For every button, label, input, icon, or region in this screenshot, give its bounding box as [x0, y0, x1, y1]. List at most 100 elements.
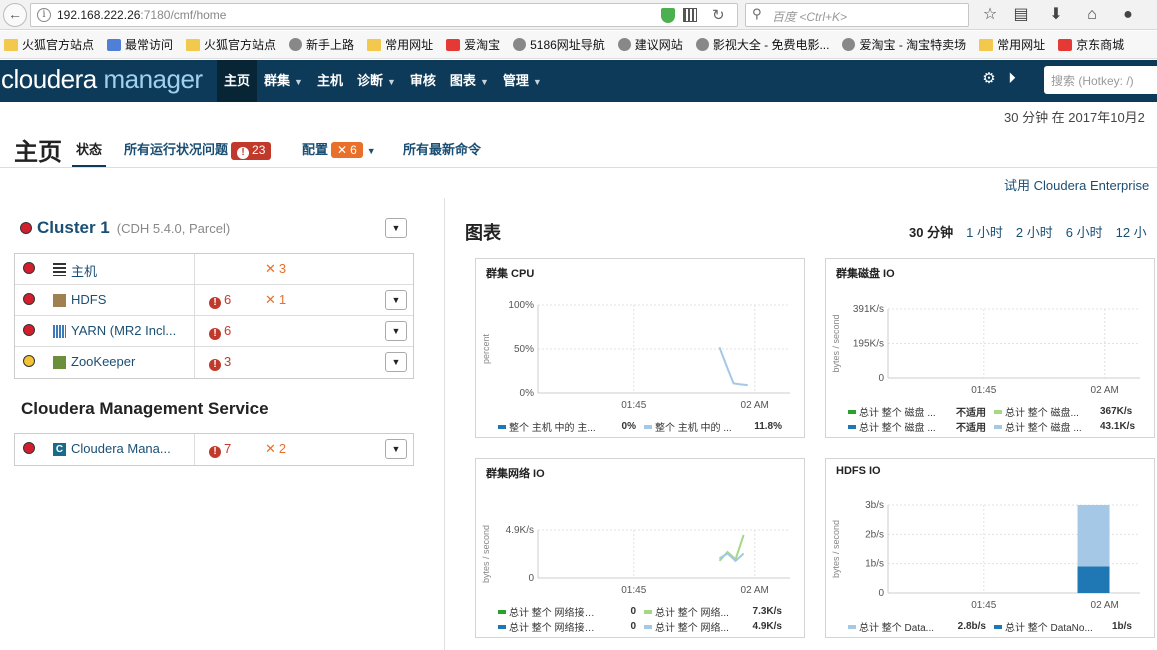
cluster-dropdown-button[interactable]: ▼: [385, 218, 407, 238]
service-name-link[interactable]: ZooKeeper: [71, 354, 193, 369]
menu-item[interactable]: 审核: [403, 60, 443, 102]
menu-item-label: 群集: [264, 73, 291, 88]
menu-item[interactable]: 图表 ▼: [443, 60, 496, 102]
bookmark-label: 火狐官方站点: [204, 38, 277, 52]
health-issues-count[interactable]: ! 6: [209, 292, 231, 309]
status-icon: [23, 293, 35, 305]
config-issues-count[interactable]: ✕ 1: [265, 292, 286, 308]
download-icon[interactable]: ⬇: [1045, 4, 1067, 26]
bookmark-label: 爱淘宝 - 淘宝特卖场: [859, 38, 967, 52]
qr-code-icon[interactable]: [683, 8, 697, 22]
back-icon[interactable]: ←: [3, 3, 27, 27]
bookmark-item[interactable]: 新手上路: [285, 31, 354, 58]
service-name-link[interactable]: Cloudera Mana...: [71, 441, 193, 456]
row-divider: [194, 347, 195, 378]
legend-item[interactable]: 整个 主机 中的 ... 11.8%: [644, 419, 790, 434]
legend-name: 总计 整个 网络...: [655, 623, 729, 634]
hotkey-search-input[interactable]: 搜索 (Hotkey: /): [1044, 66, 1157, 94]
time-range-option[interactable]: 1 小时: [966, 225, 1003, 240]
chart-legend: 总计 整个 磁盘 ... 不适用 总计 整个 磁盘... 367K/s 总计 整个 磁盘…: [848, 404, 1135, 434]
legend-item[interactable]: 总计 整个 网络... 7.3K/s: [644, 604, 790, 619]
legend-item[interactable]: 整个 主机 中的 主... 0%: [498, 419, 644, 434]
legend-row: 总计 整个 网络接口 ... 0 总计 整个 网络... 4.9K/s: [498, 619, 782, 634]
time-range-label[interactable]: 30 分钟 在 2017年10月2: [1004, 107, 1145, 126]
legend-value: 不适用: [956, 423, 986, 434]
error-count: 3: [224, 354, 232, 369]
cluster-status-icon: [20, 222, 32, 234]
chevron-down-icon: ▼: [294, 77, 303, 87]
alert-icon: !: [237, 147, 250, 159]
shield-icon[interactable]: [661, 8, 675, 23]
legend-item[interactable]: 总计 整个 磁盘 ... 不适用: [848, 419, 994, 434]
status-icon: [23, 355, 35, 367]
bookmark-item[interactable]: 京东商城: [1054, 31, 1124, 58]
address-bar[interactable]: i 192.168.222.26:7180/cmf/home ↻: [30, 3, 738, 27]
bookmark-item[interactable]: 最常访问: [103, 31, 173, 58]
service-dropdown-button[interactable]: ▼: [385, 321, 407, 341]
legend-item[interactable]: 总计 整个 网络... 4.9K/s: [644, 619, 790, 634]
browser-search-input[interactable]: ⚲ 百度 <Ctrl+K>: [745, 3, 969, 27]
legend-item[interactable]: 总计 整个 网络接口 ... 0: [498, 619, 644, 634]
legend-item[interactable]: 总计 整个 磁盘 ... 43.1K/s: [994, 419, 1140, 434]
config-issues-count[interactable]: ✕ 2: [265, 441, 286, 457]
menu-item-label: 审核: [409, 73, 436, 88]
bookmark-item[interactable]: 常用网址: [363, 31, 433, 58]
time-range-option[interactable]: 12 小: [1116, 225, 1147, 240]
chart-panel-cluster-network-io: 群集网络 IO bytes / second 4.9K/s 0 01:45 02 AM 总计…: [475, 458, 805, 638]
service-dropdown-button[interactable]: ▼: [385, 439, 407, 459]
try-enterprise-link[interactable]: 试用 Cloudera Enterprise: [1004, 175, 1149, 194]
bookmark-item[interactable]: 常用网址: [975, 31, 1045, 58]
health-issues-count[interactable]: ! 7: [209, 441, 231, 458]
x-tick-label: 01:45: [621, 585, 646, 596]
wrench-icon: ✕: [265, 441, 276, 456]
service-dropdown-button[interactable]: ▼: [385, 290, 407, 310]
bookmark-item[interactable]: 爱淘宝 - 淘宝特卖场: [838, 31, 967, 58]
home-icon[interactable]: ⌂: [1081, 4, 1103, 26]
bookmark-item[interactable]: 5186网址导航: [509, 31, 605, 58]
time-range-option[interactable]: 30 分钟: [909, 225, 953, 240]
menu-item[interactable]: 群集 ▼: [257, 60, 310, 102]
apps-icon[interactable]: ⚙: [980, 70, 998, 88]
legend-item[interactable]: 总计 整个 磁盘 ... 不适用: [848, 404, 994, 419]
logo-cloudera: cloudera: [1, 64, 97, 94]
legend-item[interactable]: 总计 整个 DataNo... 1b/s: [994, 619, 1140, 634]
reload-icon[interactable]: ↻: [712, 6, 725, 24]
bookmark-item[interactable]: 影视大全 - 免费电影...: [692, 31, 829, 58]
bookmark-item[interactable]: 火狐官方站点: [182, 31, 277, 58]
menu-item[interactable]: 主机: [310, 60, 350, 102]
service-name-link[interactable]: YARN (MR2 Incl...: [71, 323, 193, 338]
menu-item[interactable]: 诊断 ▼: [350, 60, 403, 102]
cluster-name-link[interactable]: Cluster 1: [37, 218, 110, 237]
legend-row: 总计 整个 磁盘 ... 不适用 总计 整个 磁盘... 367K/s: [848, 404, 1132, 419]
time-range-option[interactable]: 2 小时: [1016, 225, 1053, 240]
site-icon: [107, 39, 122, 51]
service-name-link[interactable]: 主机: [71, 261, 193, 280]
play-icon[interactable]: ⏵: [1003, 70, 1021, 88]
health-issues-count[interactable]: ! 3: [209, 354, 231, 371]
time-range-option[interactable]: 6 小时: [1066, 225, 1103, 240]
legend-item[interactable]: 总计 整个 磁盘... 367K/s: [994, 404, 1140, 419]
star-icon[interactable]: ☆: [979, 4, 1001, 26]
tab-health-issues[interactable]: 所有运行状况问题! 23: [124, 139, 272, 160]
config-issues-count[interactable]: ✕ 3: [265, 261, 286, 277]
menu-item[interactable]: 管理 ▼: [496, 60, 549, 102]
service-name-link[interactable]: HDFS: [71, 292, 193, 307]
tab-config[interactable]: 配置 ✕ 6 ▼: [302, 139, 376, 158]
tab-recent-commands[interactable]: 所有最新命令: [403, 139, 481, 158]
bookmark-item[interactable]: 火狐官方站点: [0, 31, 94, 58]
menu-item[interactable]: 主页: [217, 60, 258, 102]
address-url[interactable]: 192.168.222.26:7180/cmf/home: [57, 8, 226, 22]
info-icon[interactable]: i: [37, 8, 51, 22]
reading-list-icon[interactable]: ▤: [1010, 4, 1032, 26]
cloudera-manager-logo[interactable]: cloudera manager: [1, 64, 203, 95]
tab-status[interactable]: 状态: [72, 139, 107, 168]
legend-item[interactable]: 总计 整个 Data... 2.8b/s: [848, 619, 994, 634]
hosts-icon: [53, 263, 66, 276]
legend-item[interactable]: 总计 整个 网络接口 ... 0: [498, 604, 644, 619]
health-issues-count[interactable]: ! 6: [209, 323, 231, 340]
bookmark-item[interactable]: 爱淘宝: [442, 31, 500, 58]
legend-name: 整个 主机 中的 主...: [509, 423, 596, 434]
chat-icon[interactable]: ●: [1117, 4, 1139, 26]
bookmark-item[interactable]: 建议网站: [614, 31, 683, 58]
service-dropdown-button[interactable]: ▼: [385, 352, 407, 372]
